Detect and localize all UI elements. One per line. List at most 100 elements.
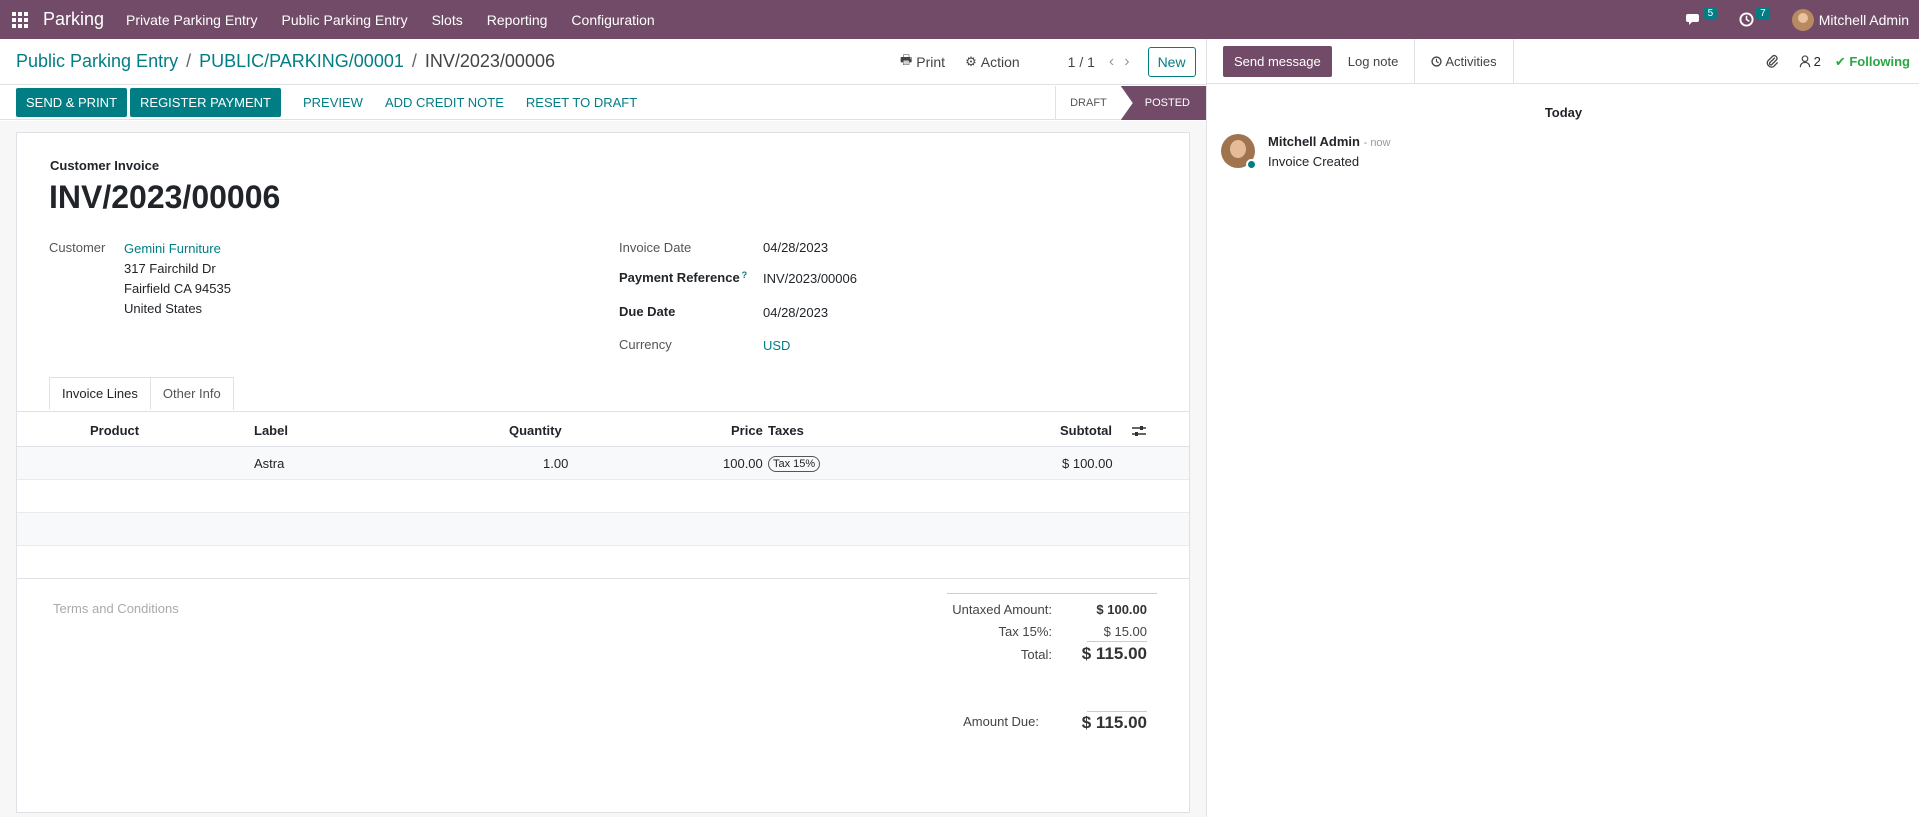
pager-value[interactable]: 1 / 1 [1068, 54, 1095, 70]
tab-divider [17, 411, 1189, 412]
log-note-button[interactable]: Log note [1348, 46, 1399, 77]
payment-reference-label: Payment Reference? [619, 270, 747, 285]
status-draft[interactable]: DRAFT [1056, 86, 1121, 120]
menu-configuration[interactable]: Configuration [571, 12, 654, 28]
printer-icon: 🖶 [900, 52, 913, 67]
control-panel: Public Parking Entry / PUBLIC/PARKING/00… [0, 39, 1206, 85]
payment-reference-value[interactable]: INV/2023/00006 [763, 271, 857, 286]
preview-button[interactable]: PREVIEW [295, 95, 371, 110]
breadcrumb-separator: / [411, 51, 417, 71]
total-divider [1087, 641, 1147, 642]
menu-slots[interactable]: Slots [432, 12, 463, 28]
payment-reference-label-text: Payment Reference [619, 270, 740, 285]
following-label: Following [1849, 53, 1910, 69]
add-credit-note-button[interactable]: ADD CREDIT NOTE [377, 95, 512, 110]
help-tooltip-icon[interactable]: ? [742, 270, 748, 280]
currency-value[interactable]: USD [763, 338, 790, 353]
column-taxes[interactable]: Taxes [768, 423, 804, 438]
user-icon[interactable] [1799, 55, 1811, 68]
gear-icon: ⚙ [965, 54, 977, 69]
message-author[interactable]: Mitchell Admin - now [1268, 134, 1391, 149]
top-navbar: Parking Private Parking Entry Public Par… [0, 0, 1919, 39]
column-quantity[interactable]: Quantity [509, 423, 562, 438]
status-posted[interactable]: POSTED [1120, 86, 1206, 120]
tab-other-info[interactable]: Other Info [149, 377, 234, 410]
row-price: 100.00 [723, 456, 763, 471]
chevron-right-icon[interactable]: › [1124, 53, 1129, 71]
row-tax-badge: Tax 15% [768, 455, 821, 472]
activities-tab-button[interactable]: Activities [1414, 38, 1514, 84]
total-value: $ 115.00 [1081, 644, 1147, 663]
document-type: Customer Invoice [50, 158, 160, 173]
amount-due-divider [1087, 711, 1147, 712]
invoice-sheet: Customer Invoice INV/2023/00006 Customer… [16, 132, 1190, 813]
user-menu[interactable]: Mitchell Admin [1819, 12, 1909, 28]
author-name: Mitchell Admin [1268, 134, 1360, 149]
tax-tag: Tax 15% [768, 456, 821, 472]
amount-due-label: Amount Due: [963, 714, 1039, 729]
invoice-date-value[interactable]: 04/28/2023 [763, 240, 828, 255]
print-label: Print [916, 54, 946, 70]
table-row-empty [17, 513, 1189, 546]
currency-label: Currency [619, 337, 672, 352]
column-product[interactable]: Product [90, 423, 139, 438]
app-brand[interactable]: Parking [43, 9, 104, 30]
action-button[interactable]: ⚙ Action [965, 54, 1020, 70]
following-button[interactable]: ✔ Following [1835, 54, 1910, 70]
tax-label: Tax 15%: [998, 624, 1052, 639]
tax-value: $ 15.00 [1103, 624, 1147, 639]
customer-address-line: United States [124, 301, 203, 316]
chevron-left-icon[interactable]: ‹ [1109, 53, 1114, 71]
row-label: Astra [254, 456, 285, 471]
action-label: Action [980, 54, 1020, 70]
table-bottom-border [17, 578, 1189, 579]
clock-icon [1739, 12, 1754, 27]
user-avatar[interactable] [1791, 8, 1814, 31]
breadcrumb-root[interactable]: Public Parking Entry [16, 51, 178, 72]
table-row-empty [17, 546, 1189, 579]
message-body: Invoice Created [1268, 154, 1360, 169]
followers-count[interactable]: 2 [1814, 54, 1821, 69]
breadcrumb-parent[interactable]: PUBLIC/PARKING/00001 [199, 51, 404, 72]
paperclip-icon[interactable] [1765, 54, 1779, 69]
print-button[interactable]: 🖶 Print [900, 51, 945, 73]
totals-divider [947, 593, 1157, 594]
chatter-panel: Send message Log note Activities 2 ✔ Fol… [1206, 38, 1919, 817]
tab-invoice-lines[interactable]: Invoice Lines [49, 377, 151, 410]
menu-reporting[interactable]: Reporting [487, 12, 548, 28]
column-label[interactable]: Label [254, 423, 288, 438]
menu-private-parking-entry[interactable]: Private Parking Entry [126, 12, 258, 28]
table-row[interactable]: Astra 1.00 100.00 Tax 15% $ 100.00 [17, 447, 1189, 480]
invoice-number: INV/2023/00006 [49, 179, 281, 215]
column-price[interactable]: Price [731, 423, 763, 438]
reset-to-draft-button[interactable]: RESET TO DRAFT [518, 95, 645, 110]
online-status-icon [1246, 159, 1257, 170]
status-bar: DRAFT POSTED [1055, 86, 1206, 120]
messages-count-badge: 5 [1703, 7, 1718, 20]
messages-button[interactable]: 5 [1685, 7, 1718, 27]
activities-count-badge: 7 [1756, 7, 1770, 20]
check-icon: ✔ [1834, 53, 1850, 69]
send-print-button[interactable]: SEND & PRINT [16, 88, 128, 117]
activities-button[interactable]: 7 [1739, 7, 1770, 27]
new-button[interactable]: New [1147, 47, 1196, 77]
send-message-button[interactable]: Send message [1223, 45, 1332, 77]
apps-menu-icon[interactable] [12, 11, 31, 28]
invoice-date-label: Invoice Date [619, 240, 692, 255]
menu-public-parking-entry[interactable]: Public Parking Entry [282, 12, 408, 28]
row-subtotal: $ 100.00 [1062, 456, 1113, 471]
terms-and-conditions[interactable]: Terms and Conditions [53, 601, 179, 616]
date-separator: Today [1544, 105, 1583, 120]
column-subtotal[interactable]: Subtotal [1060, 423, 1112, 438]
breadcrumb-current: INV/2023/00006 [424, 51, 555, 71]
due-date-label: Due Date [619, 304, 676, 319]
customer-link[interactable]: Gemini Furniture [124, 241, 221, 256]
total-label: Total: [1020, 647, 1052, 662]
table-header: Product Label Quantity Price Taxes Subto… [17, 413, 1189, 447]
untaxed-amount-value: $ 100.00 [1096, 602, 1147, 617]
optional-columns-icon[interactable] [1132, 425, 1146, 437]
register-payment-button[interactable]: REGISTER PAYMENT [130, 88, 281, 117]
customer-label: Customer [49, 240, 106, 255]
breadcrumb-separator: / [186, 51, 192, 71]
due-date-value[interactable]: 04/28/2023 [763, 305, 828, 320]
